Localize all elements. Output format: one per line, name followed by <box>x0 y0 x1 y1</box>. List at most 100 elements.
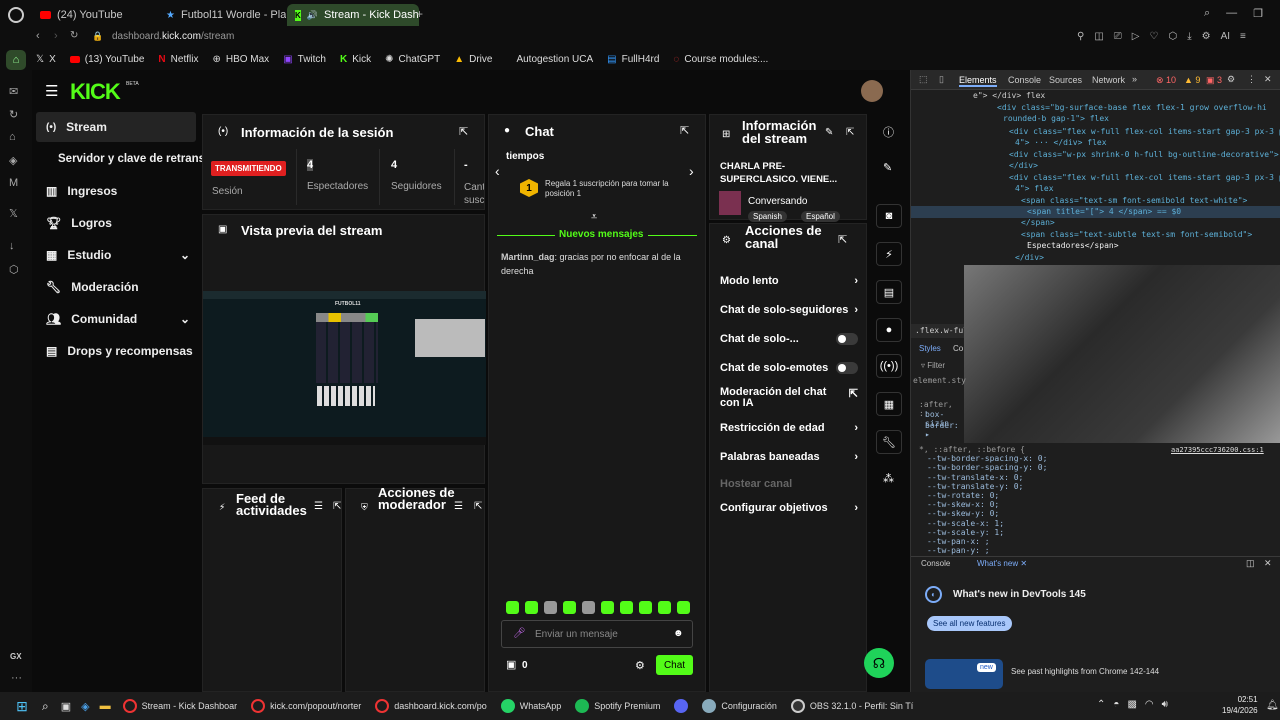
emoji-icon[interactable]: ☻ <box>673 628 684 639</box>
all-features-button[interactable]: See all new features <box>927 616 1012 631</box>
menu-icon[interactable]: ≡ <box>1240 31 1246 42</box>
close-icon[interactable]: ✕ <box>1264 74 1272 85</box>
x-twitter-icon[interactable]: 𝕏 <box>9 207 18 220</box>
sidebar-item-ingresos[interactable]: ▥ Ingresos <box>36 176 196 206</box>
css-prop[interactable]: --tw-pan-x: ; <box>919 537 1047 546</box>
css-prop[interactable]: --tw-border-spacing-x: 0; <box>919 454 1047 463</box>
edit-pencil-icon[interactable]: ✎ <box>883 161 892 174</box>
css-prop[interactable]: --tw-pan-y: ; <box>919 546 1047 555</box>
dock-icon[interactable]: ◫ <box>1246 558 1255 569</box>
home-icon[interactable]: ⌂ <box>6 50 26 70</box>
dom-line[interactable]: <div class="w-px shrink-0 h-full bg-outl… <box>1009 150 1279 159</box>
emote-icon[interactable] <box>544 601 557 614</box>
sidebar-item-stream[interactable]: (•) Stream <box>36 112 196 142</box>
extensions-icon[interactable]: ⚙ <box>1202 31 1211 42</box>
device-toggle-icon[interactable]: ▯ <box>939 74 944 85</box>
bookmark-netflix[interactable]: N Netflix <box>158 54 198 65</box>
emote-icon[interactable] <box>658 601 671 614</box>
emote-icon[interactable] <box>620 601 633 614</box>
dom-line[interactable]: <span class="text-sm font-semibold text-… <box>1021 196 1247 205</box>
tab-console[interactable]: Console <box>1008 75 1041 85</box>
clock[interactable]: 02:51 19/4/2026 <box>1222 694 1258 716</box>
dom-line[interactable]: </span> <box>1021 218 1055 227</box>
play-icon[interactable]: ▷ <box>1132 31 1140 42</box>
css-prop[interactable]: --tw-translate-x: 0; <box>919 473 1047 482</box>
points-icon[interactable]: ▣ <box>506 658 516 671</box>
windows-start-icon[interactable]: ⊞ <box>14 698 30 714</box>
popout-icon[interactable]: ⇱ <box>474 501 482 512</box>
bookmark-drive[interactable]: ▲ Drive <box>454 54 492 65</box>
tab-computed[interactable]: Co <box>953 344 963 353</box>
filter-icon[interactable]: ☰ <box>314 501 323 512</box>
goals-row[interactable]: Configurar objetivos › <box>720 502 858 514</box>
ai-button[interactable]: AI <box>1221 31 1230 42</box>
search-icon[interactable]: ⌕ <box>42 699 49 714</box>
info-icon[interactable]: ⓘ <box>883 124 894 140</box>
taskbar-item-discord[interactable] <box>674 699 689 713</box>
dom-line-selected[interactable]: <span title="["> 4 </span> == $0 <box>1027 207 1181 216</box>
sidebar-item-server-key[interactable]: Servidor y clave de retransn <box>36 144 208 174</box>
taskbar-item-whatsapp[interactable]: WhatsApp <box>500 699 561 713</box>
hamburger-icon[interactable]: ☰ <box>45 82 58 100</box>
age-restriction-row[interactable]: Restricción de edad › <box>720 422 858 434</box>
tab-elements[interactable]: Elements <box>959 75 997 87</box>
css-prop[interactable]: --tw-skew-x: 0; <box>919 500 1047 509</box>
emotes-only-row[interactable]: Chat de solo-emotes <box>720 362 858 374</box>
popout-icon[interactable]: ⇱ <box>846 127 854 138</box>
settings-cube-icon[interactable]: ⬡ <box>9 263 19 276</box>
bookmark-hbo[interactable]: ⊕ HBO Max <box>212 54 269 65</box>
emotes-only-toggle[interactable] <box>836 362 858 374</box>
task-view-icon[interactable]: ▣ <box>61 700 71 713</box>
tag-spanish[interactable]: Spanish <box>748 211 787 222</box>
dom-line[interactable]: 4"> flex <box>1015 184 1054 193</box>
apps-icon[interactable]: ⁂ <box>883 472 894 485</box>
url-field[interactable]: dashboard.kick.com/stream <box>112 31 234 42</box>
category-thumbnail[interactable] <box>719 191 741 215</box>
dom-line[interactable]: </div> <box>1009 161 1038 170</box>
mic-icon[interactable]: 🎤︎ <box>513 628 526 639</box>
sidebar-item-drops[interactable]: ▤ Drops y recompensas <box>36 336 196 366</box>
tab-whats-new[interactable]: What's new ✕ <box>977 559 1027 568</box>
history-icon[interactable]: ↻ <box>9 108 18 121</box>
screen-capture-button[interactable]: ◙ <box>876 204 902 228</box>
taskbar-item-settings[interactable]: Configuración <box>702 699 777 713</box>
bolt-button[interactable]: ⚡︎ <box>876 242 902 266</box>
bookmark-course[interactable]: ◌ Course modules:... <box>673 54 768 65</box>
highlights-link[interactable]: See past highlights from Chrome 142-144 <box>1011 667 1159 676</box>
download-icon[interactable]: ↓ <box>9 240 15 252</box>
tab-drawer-console[interactable]: Console <box>921 559 950 568</box>
chat-message[interactable]: Martinn_dag: gracias por no enfocar al d… <box>501 250 697 278</box>
tab-network[interactable]: Network <box>1092 75 1125 85</box>
chat-username[interactable]: Martinn_dag <box>501 252 555 262</box>
followers-only-row[interactable]: Chat de solo-seguidores › <box>720 304 858 316</box>
bookmark-kick[interactable]: K Kick <box>340 54 371 65</box>
layout-button[interactable]: ▦ <box>876 392 902 416</box>
chevron-right-icon[interactable]: › <box>689 163 694 179</box>
emote-icon[interactable] <box>563 601 576 614</box>
more-icon[interactable]: ··· <box>11 672 22 684</box>
chat-bubble-icon[interactable]: ◈ <box>9 154 17 167</box>
filter-icon[interactable]: ☰ <box>454 501 463 512</box>
mail-icon[interactable]: ✉ <box>9 85 18 98</box>
emote-icon[interactable] <box>506 601 519 614</box>
css-prop[interactable]: --tw-scale-x: 1; <box>919 519 1047 528</box>
tray-app-icon[interactable]: ◓ <box>1113 699 1119 710</box>
sidebar-item-moderacion[interactable]: 🔧︎ Moderación <box>36 272 196 302</box>
issue-count[interactable]: ▣ 3 <box>1206 75 1222 86</box>
gear-icon[interactable]: ⚙ <box>1227 74 1235 85</box>
ai-moderation-row[interactable]: Moderación del chat con IA ⇱ <box>720 387 858 409</box>
more-vert-icon[interactable]: ⋮ <box>1247 74 1256 85</box>
sidebar-item-logros[interactable]: 🏆︎ Logros <box>36 208 196 238</box>
taskbar-item-spotify[interactable]: Spotify Premium <box>575 699 660 713</box>
back-icon[interactable]: ‹ <box>36 30 40 42</box>
dom-line[interactable]: <div class="bg-surface-base flex flex-1 … <box>997 103 1267 112</box>
taskbar-item-kick-popout[interactable]: kick.com/popout/norter <box>251 699 361 713</box>
emote-icon[interactable] <box>639 601 652 614</box>
css-prop[interactable]: --tw-rotate: 0; <box>919 491 1047 500</box>
more-tabs-icon[interactable]: » <box>1132 74 1137 84</box>
download-icon[interactable]: ⤓ <box>1187 31 1191 42</box>
messenger-icon[interactable]: M <box>9 177 18 189</box>
tab-futbol11[interactable]: ★ Futbol11 Wordle - Play Foo <box>158 4 286 26</box>
taskbar-item-dashboard-popout[interactable]: dashboard.kick.com/po <box>375 699 487 713</box>
new-tab-button[interactable]: + <box>416 7 423 21</box>
